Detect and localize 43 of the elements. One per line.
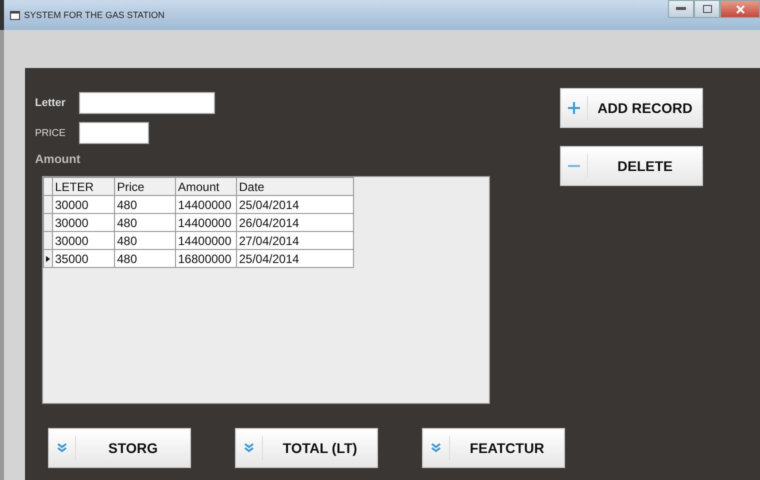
column-header: LETER — [52, 178, 114, 196]
table-cell: 480 — [114, 250, 176, 268]
table-cell: 27/04/2014 — [236, 232, 354, 250]
table-cell: 480 — [114, 232, 176, 250]
table-cell: 480 — [114, 196, 176, 214]
column-header: Price — [114, 178, 176, 196]
action-button[interactable]: DELETE — [560, 146, 703, 186]
table-cell: 16800000 — [176, 250, 236, 268]
table-cell: 26/04/2014 — [236, 214, 354, 232]
table-cell: 25/04/2014 — [236, 196, 354, 214]
close-button[interactable] — [720, 0, 760, 18]
double-chevron-icon — [244, 443, 254, 453]
table-cell: 14400000 — [176, 196, 236, 214]
table-cell: 480 — [114, 214, 176, 232]
menu-button[interactable]: TOTAL (LT) — [235, 428, 378, 468]
column-header: Amount — [176, 178, 236, 196]
column-header: Date — [236, 178, 354, 196]
table-cell: 14400000 — [176, 214, 236, 232]
table-cell: 14400000 — [176, 232, 236, 250]
table-cell: 30000 — [52, 196, 114, 214]
table-cell: 35000 — [52, 250, 114, 268]
menu-button[interactable]: STORG — [48, 428, 191, 468]
table-cell: 30000 — [52, 232, 114, 250]
minus-icon — [568, 164, 580, 168]
action-button[interactable]: ADD RECORD — [560, 88, 703, 128]
input-field[interactable] — [79, 122, 149, 144]
window-icon — [10, 10, 20, 20]
menu-button[interactable]: FEATCTUR — [422, 428, 565, 468]
plus-icon — [568, 102, 580, 114]
double-chevron-icon — [57, 443, 67, 453]
window-title: SYSTEM FOR THE GAS STATION — [24, 10, 165, 20]
minimize-button[interactable] — [668, 0, 694, 18]
maximize-button[interactable] — [694, 0, 720, 18]
table-cell: 30000 — [52, 214, 114, 232]
minimize-icon — [676, 7, 686, 11]
maximize-icon — [702, 5, 712, 13]
double-chevron-icon — [431, 443, 441, 453]
close-icon — [736, 4, 744, 14]
input-field[interactable] — [79, 92, 215, 114]
amount-label: Amount — [35, 152, 80, 166]
table-cell: 25/04/2014 — [236, 250, 354, 268]
field-label: Letter — [35, 97, 67, 109]
field-label: PRICE — [35, 128, 67, 138]
